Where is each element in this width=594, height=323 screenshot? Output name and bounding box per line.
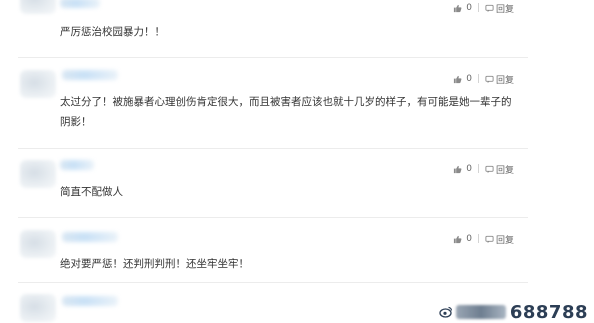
comment-text: 太过分了！被施暴者心理创伤肯定很大，而且被害者应该也就十几岁的样子，有可能是她一… — [60, 96, 512, 128]
watermark-text: 688788 — [509, 301, 588, 323]
divider-bar: | — [476, 3, 480, 13]
watermark-account-blurred — [455, 305, 506, 319]
reply-icon[interactable] — [485, 165, 494, 174]
watermark: 688788 — [439, 301, 588, 323]
username-blurred[interactable] — [62, 232, 118, 242]
divider-bar: | — [476, 164, 480, 174]
divider — [18, 282, 528, 283]
reply-button[interactable]: 回复 — [496, 233, 514, 246]
reply-button[interactable]: 回复 — [496, 163, 514, 176]
thumbs-up-icon[interactable] — [453, 165, 462, 174]
comment-actions: 0 | 回复 — [453, 1, 514, 15]
reply-icon[interactable] — [485, 75, 494, 84]
comment-text: 简直不配做人 — [60, 186, 123, 198]
thumbs-up-icon[interactable] — [453, 75, 462, 84]
divider-bar: | — [476, 234, 480, 244]
like-count: 0 — [466, 74, 472, 84]
reply-button[interactable]: 回复 — [496, 73, 514, 86]
avatar[interactable] — [20, 160, 56, 188]
comment-text: 绝对要严惩！还判刑判刑！还坐牢坐牢！ — [60, 258, 249, 270]
avatar[interactable] — [20, 230, 56, 258]
thumbs-up-icon[interactable] — [453, 4, 462, 13]
reply-button[interactable]: 回复 — [496, 2, 514, 15]
username-blurred[interactable] — [62, 70, 118, 80]
comment-actions: 0 | 回复 — [453, 232, 514, 246]
avatar[interactable] — [20, 294, 56, 322]
weibo-logo-icon — [439, 306, 452, 318]
comment-text: 严厉惩治校园暴力！！ — [60, 26, 165, 38]
avatar[interactable] — [20, 0, 56, 14]
comment-actions: 0 | 回复 — [453, 162, 514, 176]
like-count: 0 — [466, 164, 472, 174]
thumbs-up-icon[interactable] — [453, 235, 462, 244]
username-blurred[interactable] — [62, 296, 118, 306]
divider — [18, 148, 528, 149]
divider-bar: | — [476, 74, 480, 84]
username-blurred[interactable] — [60, 0, 100, 8]
avatar[interactable] — [20, 70, 56, 98]
reply-icon[interactable] — [485, 4, 494, 13]
like-count: 0 — [466, 234, 472, 244]
divider — [18, 57, 528, 58]
username-blurred[interactable] — [60, 160, 94, 170]
like-count: 0 — [466, 3, 472, 13]
reply-icon[interactable] — [485, 235, 494, 244]
comment-actions: 0 | 回复 — [453, 72, 514, 86]
divider — [18, 217, 528, 218]
